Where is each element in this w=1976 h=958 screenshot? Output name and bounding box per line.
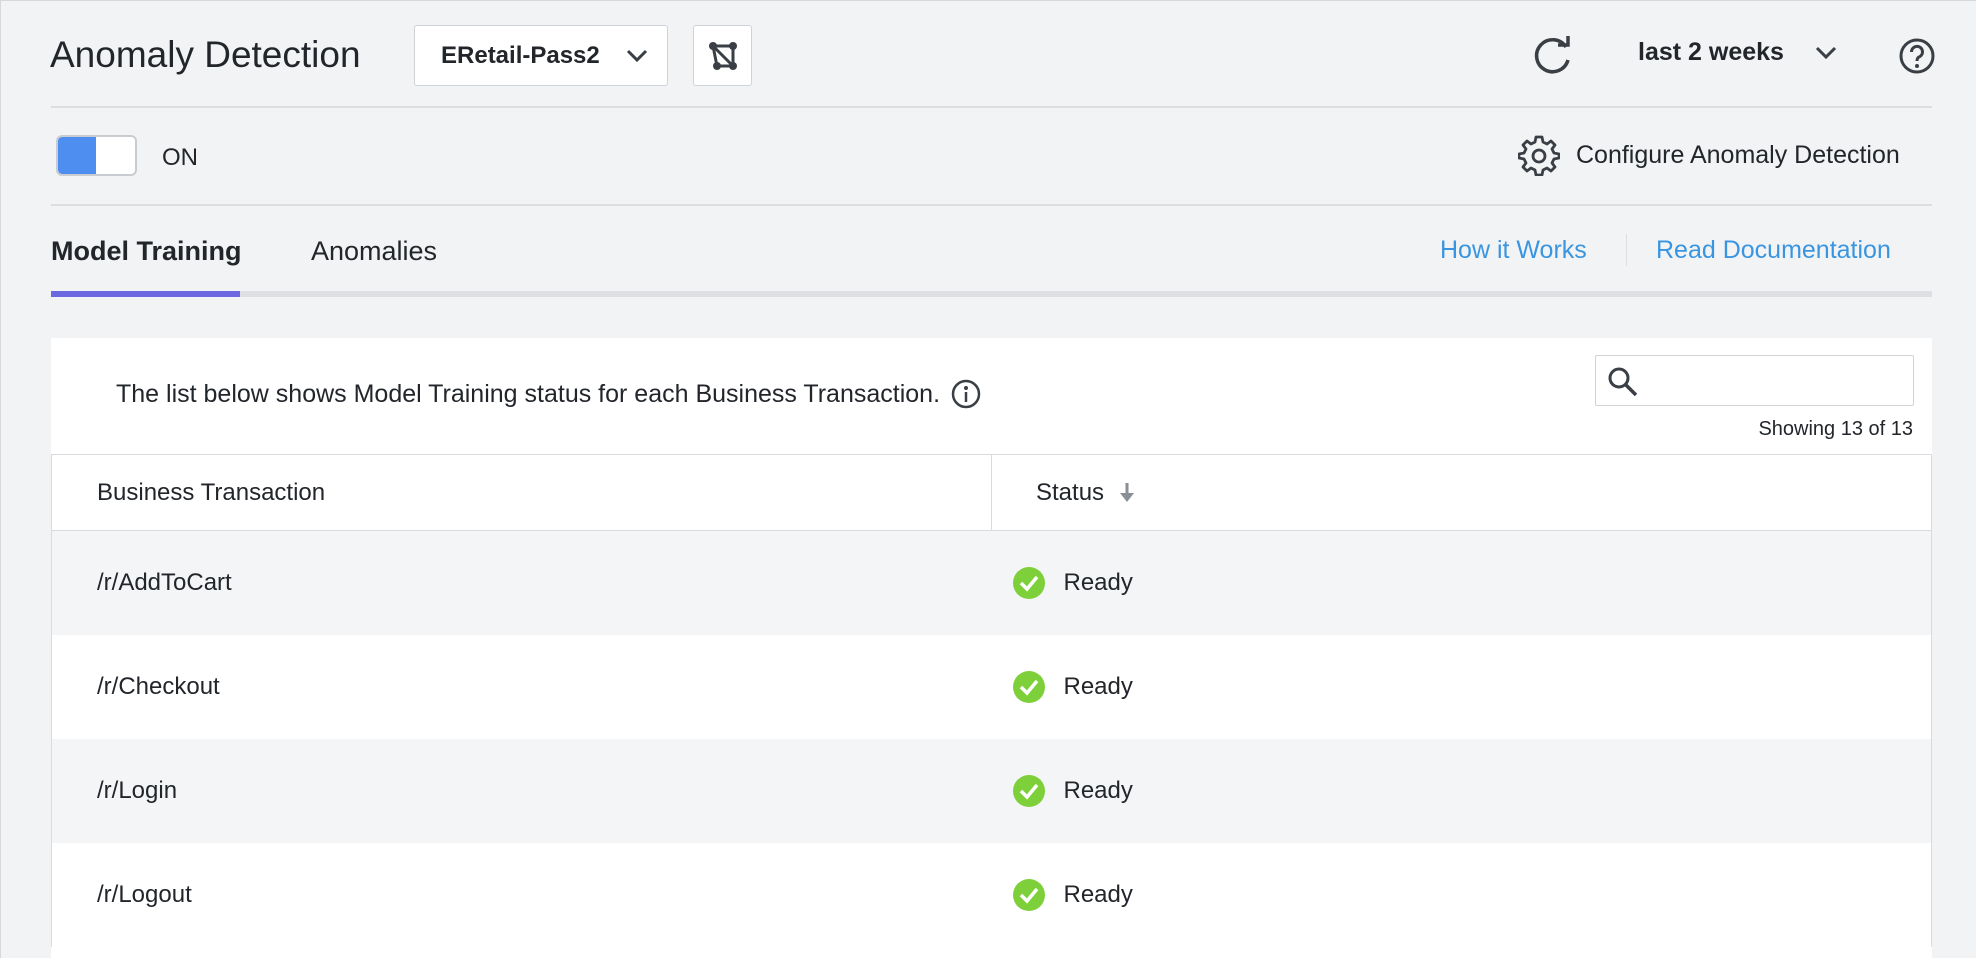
search-box xyxy=(1595,355,1914,406)
business-transaction-cell: /r/AddToCart xyxy=(51,530,992,635)
chevron-down-icon xyxy=(626,49,648,63)
flow-map-icon xyxy=(708,41,737,70)
status-label: Ready xyxy=(1063,672,1133,700)
how-it-works-link[interactable]: How it Works xyxy=(1440,236,1587,265)
status-header-label: Status xyxy=(1036,478,1105,506)
header-divider xyxy=(51,106,1932,108)
business-transaction-cell: /r/Checkout xyxy=(51,634,992,739)
status-cell: Ready xyxy=(991,634,1932,739)
status-label: Ready xyxy=(1063,776,1133,804)
tab-anomalies[interactable]: Anomalies xyxy=(311,236,437,267)
flow-map-button[interactable] xyxy=(693,25,752,86)
column-header-business-transaction[interactable]: Business Transaction xyxy=(51,454,992,531)
status-cell: Ready xyxy=(991,738,1932,843)
column-header-status[interactable]: Status xyxy=(991,454,1932,531)
time-range-select[interactable]: last 2 weeks xyxy=(1638,38,1838,67)
application-select[interactable]: ERetail-Pass2 xyxy=(414,25,668,86)
table-row[interactable]: /r/Login Ready xyxy=(51,738,1932,843)
tab-model-training[interactable]: Model Training xyxy=(51,236,242,267)
toggle-state-label: ON xyxy=(162,144,198,171)
chevron-down-icon xyxy=(1815,46,1836,59)
configure-label: Configure Anomaly Detection xyxy=(1576,140,1900,169)
toggle-fill xyxy=(58,137,96,174)
business-transaction-cell: /r/Logout xyxy=(51,842,992,947)
help-button[interactable] xyxy=(1898,37,1936,80)
check-circle-icon xyxy=(1012,566,1045,599)
status-cell: Ready xyxy=(991,842,1932,947)
model-training-panel: The list below shows Model Training stat… xyxy=(51,338,1932,958)
intro-text: The list below shows Model Training stat… xyxy=(116,378,982,410)
tab-bar xyxy=(51,291,1932,297)
gear-icon xyxy=(1518,135,1560,176)
status-cell: Ready xyxy=(991,530,1932,635)
read-documentation-link[interactable]: Read Documentation xyxy=(1656,236,1891,265)
business-transaction-table: Business Transaction Status /r/AddToCart xyxy=(51,454,1932,947)
page-header: Anomaly Detection ERetail-Pass2 last 2 w… xyxy=(0,0,1976,107)
table-header-row: Business Transaction Status xyxy=(51,454,1932,531)
check-circle-icon xyxy=(1012,670,1045,703)
business-transaction-cell: /r/Login xyxy=(51,738,992,843)
anomaly-detection-toggle[interactable] xyxy=(56,135,137,176)
time-range-value: last 2 weeks xyxy=(1638,38,1784,66)
showing-count: Showing 13 of 13 xyxy=(1758,418,1913,440)
toggle-divider xyxy=(51,204,1932,206)
check-circle-icon xyxy=(1012,774,1045,807)
info-icon[interactable] xyxy=(950,378,982,410)
application-select-value: ERetail-Pass2 xyxy=(441,41,600,69)
table-row[interactable]: /r/Logout Ready xyxy=(51,842,1932,947)
sort-descending-icon xyxy=(1119,483,1134,503)
page-title: Anomaly Detection xyxy=(50,34,361,75)
check-circle-icon xyxy=(1012,878,1045,911)
search-icon xyxy=(1608,367,1638,397)
refresh-button[interactable] xyxy=(1530,33,1576,84)
configure-anomaly-detection-button[interactable]: Configure Anomaly Detection xyxy=(1518,134,1900,176)
intro-label: The list below shows Model Training stat… xyxy=(116,379,941,408)
search-input[interactable] xyxy=(1646,356,1906,405)
table-row[interactable]: /r/Checkout Ready xyxy=(51,634,1932,739)
link-separator xyxy=(1626,234,1627,266)
table-row[interactable]: /r/AddToCart Ready xyxy=(51,530,1932,635)
refresh-icon xyxy=(1534,36,1570,74)
help-icon xyxy=(1899,38,1935,74)
status-label: Ready xyxy=(1063,568,1133,596)
active-tab-indicator xyxy=(51,291,240,297)
status-label: Ready xyxy=(1063,880,1133,908)
